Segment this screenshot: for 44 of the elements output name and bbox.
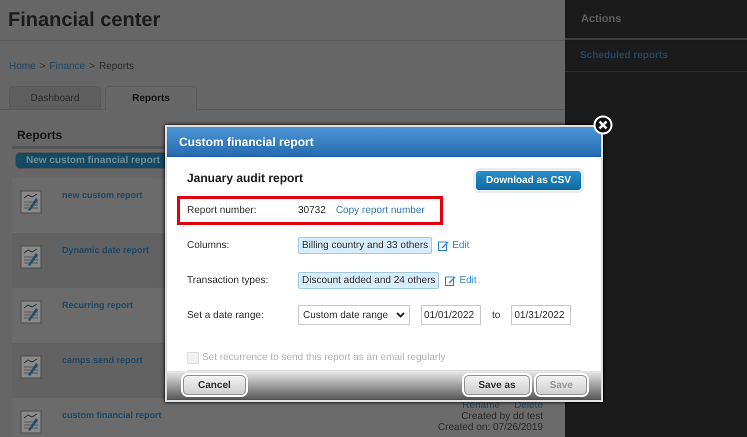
sidebar-heading: Actions [565, 0, 747, 40]
edit-link[interactable]: Edit [445, 274, 477, 286]
field-label: Report number: [187, 204, 258, 216]
date-range-dropdown[interactable]: Custom date range [298, 305, 410, 325]
field-label: Transaction types: [187, 274, 270, 286]
report-link[interactable]: new custom report [62, 190, 143, 221]
tab[interactable]: Reports [105, 86, 197, 110]
start-date-field[interactable]: 01/01/2022 [421, 305, 481, 325]
download-csv-button[interactable]: Download as CSV [476, 170, 581, 190]
chevron-down-icon [396, 312, 405, 318]
breadcrumb-separator: > [89, 61, 95, 72]
report-name: January audit report [187, 170, 304, 184]
edit-icon [445, 274, 456, 286]
edit-link[interactable]: Edit [438, 240, 470, 250]
field-label: Columns: [187, 240, 230, 250]
page-title: Financial center [0, 0, 565, 41]
report-pencil-icon [20, 355, 42, 379]
to-label: to [492, 310, 500, 320]
dialog-button[interactable]: Cancel [183, 375, 246, 396]
report-number: 30732 [298, 204, 326, 216]
edit-icon [438, 240, 450, 250]
report-pencil-icon [20, 190, 42, 214]
report-pencil-icon [20, 245, 42, 269]
report-pencil-icon [20, 410, 42, 434]
created-on-text: Created on: 07/26/2019 [438, 422, 543, 433]
created-by-text: Created by dd test [461, 411, 543, 422]
breadcrumb-link[interactable]: Finance [50, 61, 86, 72]
report-link[interactable]: Recurring report [62, 300, 134, 331]
field-label: Set a date range: [187, 310, 265, 320]
report-link[interactable]: camps send report [62, 355, 143, 386]
breadcrumb-link[interactable]: Home [9, 61, 36, 72]
selection-tag[interactable]: Billing country and 33 others [298, 236, 432, 254]
dialog-button[interactable]: Save as [464, 375, 530, 396]
breadcrumb-separator: > [40, 61, 46, 72]
modal-title: Custom financial report [167, 127, 601, 156]
checkbox-label: Set recurrence to send this report as an email regularly [202, 352, 446, 363]
selection-tag[interactable]: Discount added and 24 others [298, 272, 440, 288]
copy-link[interactable]: Copy report number [336, 204, 425, 216]
report-link[interactable]: Dynamic date report [62, 245, 150, 276]
sidebar-link[interactable]: Scheduled reports [565, 40, 747, 72]
report-pencil-icon [20, 300, 42, 324]
end-date-field[interactable]: 01/31/2022 [511, 305, 572, 325]
report-link[interactable]: custom financial report [62, 410, 162, 437]
breadcrumb-current: Reports [98, 61, 134, 72]
